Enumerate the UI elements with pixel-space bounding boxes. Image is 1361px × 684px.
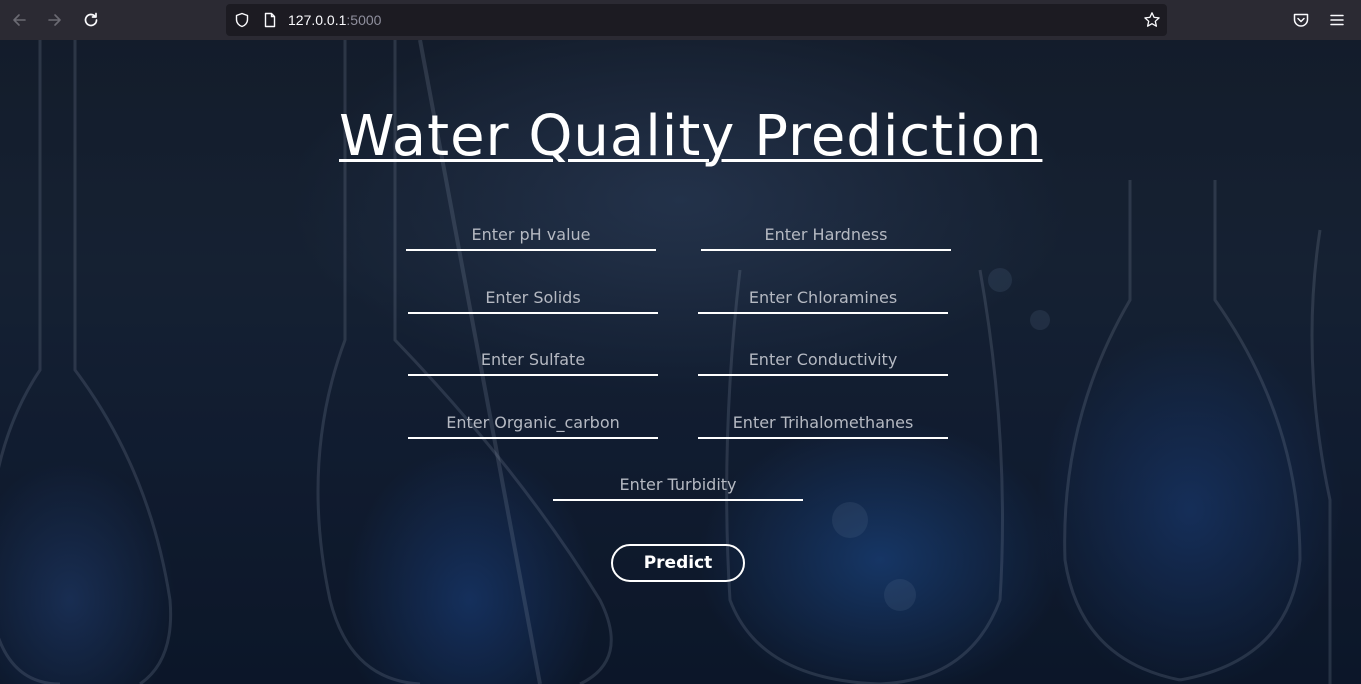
chloramines-input[interactable] [698, 282, 948, 314]
menu-button[interactable] [1326, 9, 1348, 31]
sulfate-input[interactable] [408, 344, 658, 376]
star-icon[interactable] [1143, 11, 1161, 33]
browser-toolbar: 127.0.0.1:5000 [0, 0, 1361, 40]
page-icon[interactable] [262, 12, 278, 32]
address-bar[interactable]: 127.0.0.1:5000 [226, 4, 1167, 36]
hamburger-menu-icon [1328, 11, 1346, 29]
shield-icon[interactable] [234, 12, 250, 32]
solids-input[interactable] [408, 282, 658, 314]
url-text[interactable]: 127.0.0.1:5000 [288, 12, 381, 28]
arrow-right-icon [46, 11, 64, 29]
conductivity-input[interactable] [698, 344, 948, 376]
url-host: 127.0.0.1 [288, 12, 347, 28]
ph-input[interactable] [406, 219, 656, 251]
pocket-icon [1292, 11, 1310, 29]
trihalomethanes-input[interactable] [698, 407, 948, 439]
organic-carbon-input[interactable] [408, 407, 658, 439]
page-viewport: Water Quality Prediction Predict [0, 40, 1361, 684]
page-title: Water Quality Prediction [339, 104, 1043, 169]
arrow-left-icon [10, 11, 28, 29]
url-port: :5000 [346, 12, 382, 28]
pocket-button[interactable] [1290, 9, 1312, 31]
reload-button[interactable] [80, 9, 102, 31]
reload-icon [82, 11, 100, 29]
hardness-input[interactable] [701, 219, 951, 251]
turbidity-input[interactable] [553, 469, 803, 501]
forward-button[interactable] [44, 9, 66, 31]
predict-button[interactable]: Predict [611, 544, 745, 582]
back-button[interactable] [8, 9, 30, 31]
